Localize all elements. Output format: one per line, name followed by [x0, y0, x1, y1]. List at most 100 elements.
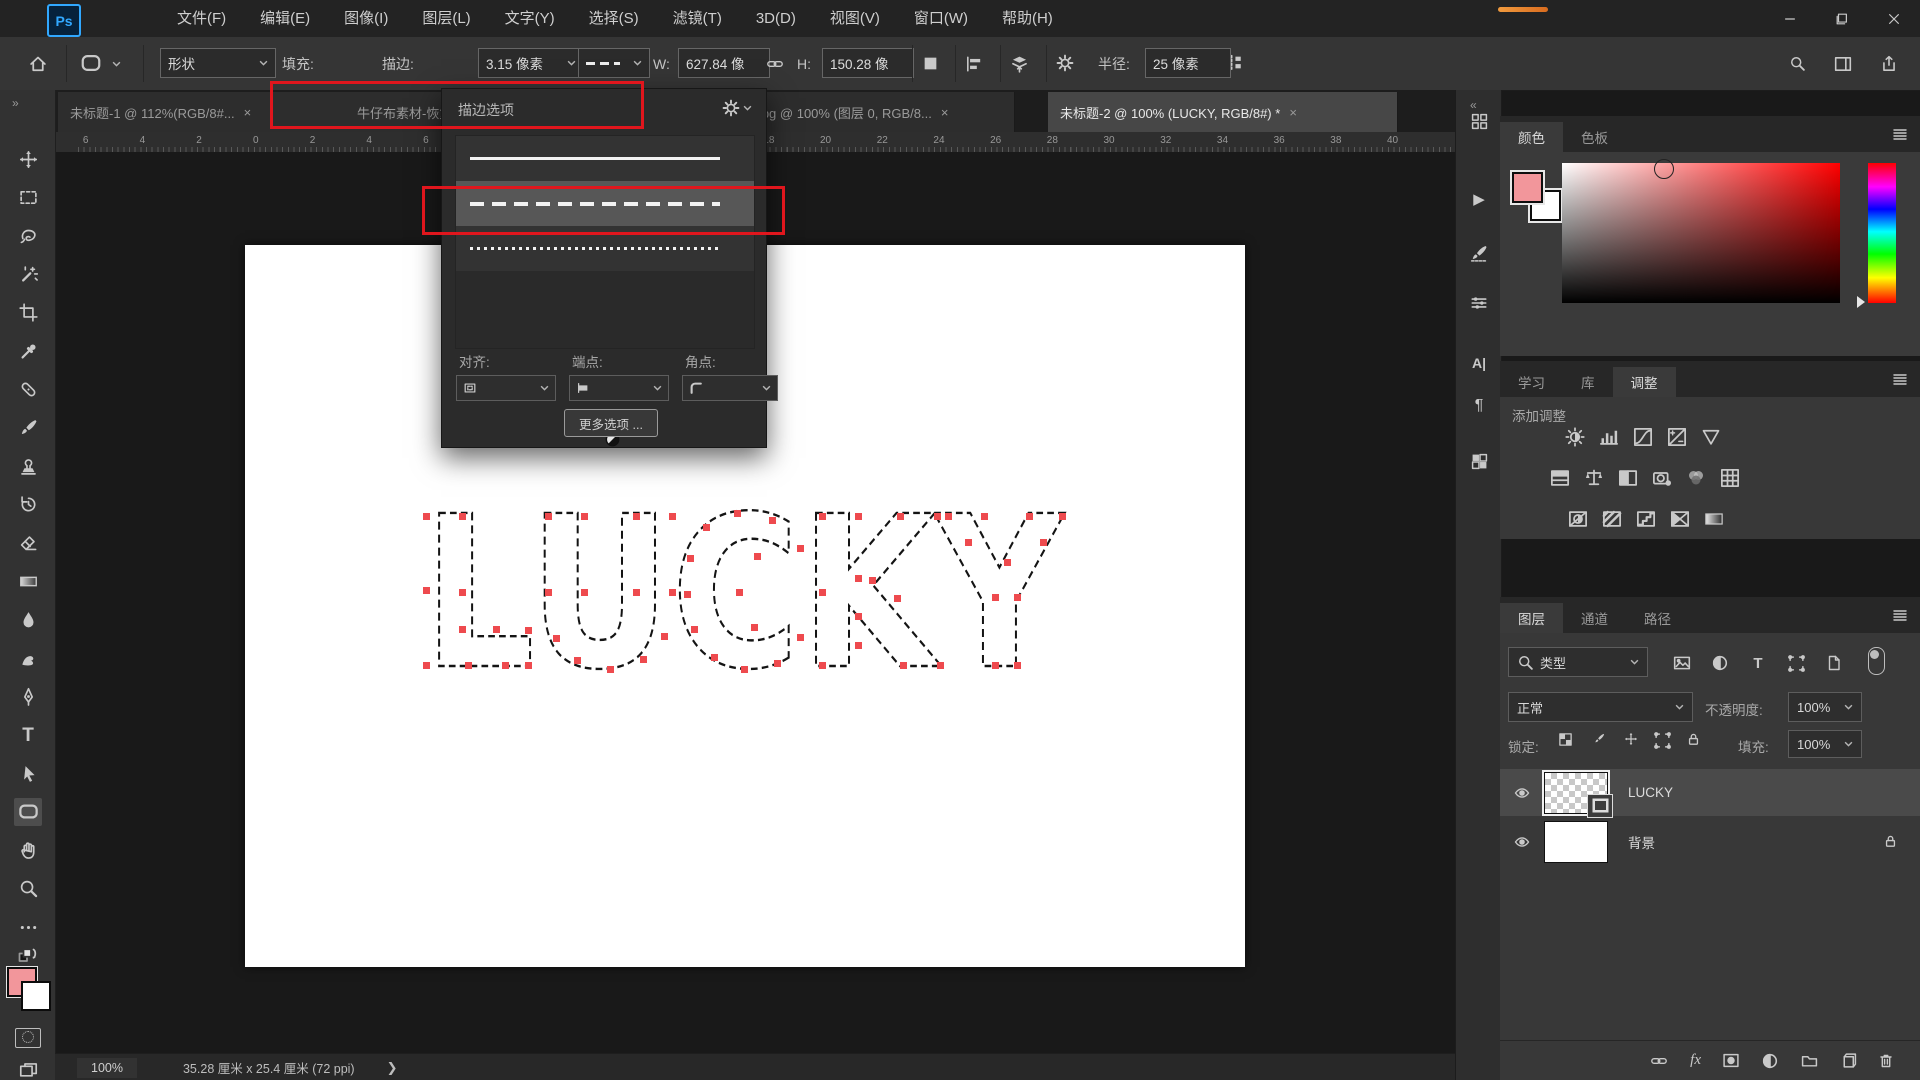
curves-icon[interactable] — [1630, 425, 1655, 449]
lasso-tool[interactable] — [14, 222, 42, 250]
pattern-preview-icon[interactable] — [1466, 448, 1492, 474]
path-anchor[interactable] — [734, 510, 741, 517]
path-anchor[interactable] — [459, 626, 466, 633]
path-anchor[interactable] — [1040, 539, 1047, 546]
tab-channels[interactable]: 通道 — [1563, 603, 1626, 633]
shape-height-input[interactable]: 150.28 像 — [822, 48, 914, 78]
path-anchor[interactable] — [640, 656, 647, 663]
panel-menu-icon[interactable] — [1892, 607, 1908, 623]
path-anchor[interactable] — [633, 513, 640, 520]
history-brush-tool[interactable] — [14, 491, 42, 519]
layer-row-lucky[interactable]: LUCKY — [1500, 769, 1920, 816]
path-anchor[interactable] — [855, 613, 862, 620]
posterize-icon[interactable] — [1599, 507, 1624, 531]
path-anchor[interactable] — [797, 545, 804, 552]
paragraph-panel-icon[interactable]: ¶ — [1466, 393, 1492, 419]
swap-colors[interactable] — [14, 941, 42, 969]
levels-icon[interactable] — [1596, 425, 1621, 449]
path-anchor[interactable] — [855, 642, 862, 649]
collapse-toolbar-icon[interactable]: » — [12, 96, 19, 110]
path-anchor[interactable] — [525, 662, 532, 669]
caps-select[interactable] — [569, 375, 669, 401]
path-anchor[interactable] — [633, 589, 640, 596]
shape-width-input[interactable]: 627.84 像 — [678, 48, 770, 78]
tool-preset-icon[interactable] — [80, 52, 102, 74]
exposure-icon[interactable] — [1664, 425, 1689, 449]
path-anchor[interactable] — [423, 662, 430, 669]
layer-row-background[interactable]: 背景 — [1500, 818, 1920, 865]
channel-mixer-icon[interactable] — [1683, 466, 1708, 490]
shape-settings-gear-icon[interactable] — [1056, 54, 1074, 72]
menu-file[interactable]: 文件(F) — [160, 0, 243, 37]
path-anchor[interactable] — [423, 587, 430, 594]
layer-thumbnail[interactable] — [1544, 821, 1608, 863]
gradient-tool[interactable] — [14, 567, 42, 595]
path-anchor[interactable] — [992, 594, 999, 601]
stroke-style-dotted[interactable] — [456, 226, 754, 271]
path-anchor[interactable] — [581, 513, 588, 520]
path-anchor[interactable] — [1026, 513, 1033, 520]
hue-saturation-icon[interactable] — [1547, 466, 1572, 490]
path-anchor[interactable] — [711, 654, 718, 661]
path-anchor[interactable] — [945, 513, 952, 520]
black-white-icon[interactable] — [1615, 466, 1640, 490]
layer-filter-type-select[interactable]: 类型 — [1508, 647, 1648, 677]
path-anchor[interactable] — [981, 513, 988, 520]
path-anchor[interactable] — [669, 513, 676, 520]
type-tool[interactable]: T — [14, 721, 42, 749]
selective-color-icon[interactable] — [1667, 507, 1692, 531]
invert-icon[interactable] — [1565, 507, 1590, 531]
stroke-type-select[interactable] — [578, 48, 650, 78]
path-anchor[interactable] — [661, 633, 668, 640]
lock-all-icon[interactable] — [1686, 732, 1701, 747]
threshold-icon[interactable] — [1633, 507, 1658, 531]
path-anchor[interactable] — [502, 662, 509, 669]
path-anchor[interactable] — [900, 662, 907, 669]
path-anchor[interactable] — [1014, 662, 1021, 669]
lock-transparency-icon[interactable] — [1558, 732, 1573, 747]
ellipsis-tool[interactable] — [14, 913, 42, 941]
panel-grid-icon[interactable] — [1466, 108, 1492, 134]
filter-adjustment-layers-icon[interactable] — [1706, 649, 1734, 677]
path-anchor[interactable] — [754, 553, 761, 560]
path-anchor[interactable] — [736, 589, 743, 596]
stroke-style-solid[interactable] — [456, 136, 754, 181]
path-anchor[interactable] — [1059, 513, 1066, 520]
crop-tool[interactable] — [14, 299, 42, 327]
pen-tool[interactable] — [14, 683, 42, 711]
home-icon[interactable] — [28, 54, 48, 74]
add-mask-icon[interactable] — [1722, 1052, 1740, 1069]
new-group-icon[interactable] — [1800, 1052, 1819, 1069]
sliders-icon[interactable] — [1466, 290, 1492, 316]
status-options-chevron-icon[interactable]: ❯ — [387, 1060, 398, 1076]
quick-mask[interactable] — [14, 1024, 42, 1052]
hue-strip[interactable] — [1868, 163, 1896, 303]
hand-tool[interactable] — [14, 836, 42, 864]
marquee-tool[interactable] — [14, 183, 42, 211]
path-select-tool[interactable] — [14, 759, 42, 787]
path-anchor[interactable] — [819, 662, 826, 669]
character-panel-icon[interactable]: A| — [1466, 350, 1492, 376]
layer-style-fx-icon[interactable]: fx — [1690, 1052, 1701, 1069]
more-options-button[interactable]: 更多选项 ... — [564, 409, 658, 437]
radius-input[interactable]: 25 像素 — [1145, 48, 1231, 78]
maximize-icon[interactable] — [1816, 0, 1868, 37]
path-anchor[interactable] — [545, 589, 552, 596]
vibrance-icon[interactable] — [1698, 425, 1723, 449]
color-selector-ring[interactable] — [1654, 159, 1674, 179]
brush-settings-icon[interactable] — [1466, 240, 1492, 266]
path-anchor[interactable] — [423, 513, 430, 520]
path-anchor[interactable] — [691, 626, 698, 633]
color-lookup-icon[interactable] — [1717, 466, 1742, 490]
menu-type[interactable]: 文字(Y) — [488, 0, 572, 37]
fg-bg-swatches[interactable] — [6, 966, 48, 1008]
path-anchor[interactable] — [855, 513, 862, 520]
stroke-panel-gear-icon[interactable] — [722, 99, 752, 117]
path-alignment-icon[interactable] — [965, 55, 983, 73]
path-anchor[interactable] — [934, 513, 941, 520]
path-anchor[interactable] — [1014, 594, 1021, 601]
tab-swatches[interactable]: 色板 — [1563, 122, 1626, 152]
layer-name[interactable]: 背景 — [1628, 832, 1655, 852]
menu-view[interactable]: 视图(V) — [813, 0, 897, 37]
delete-layer-icon[interactable] — [1878, 1052, 1894, 1069]
